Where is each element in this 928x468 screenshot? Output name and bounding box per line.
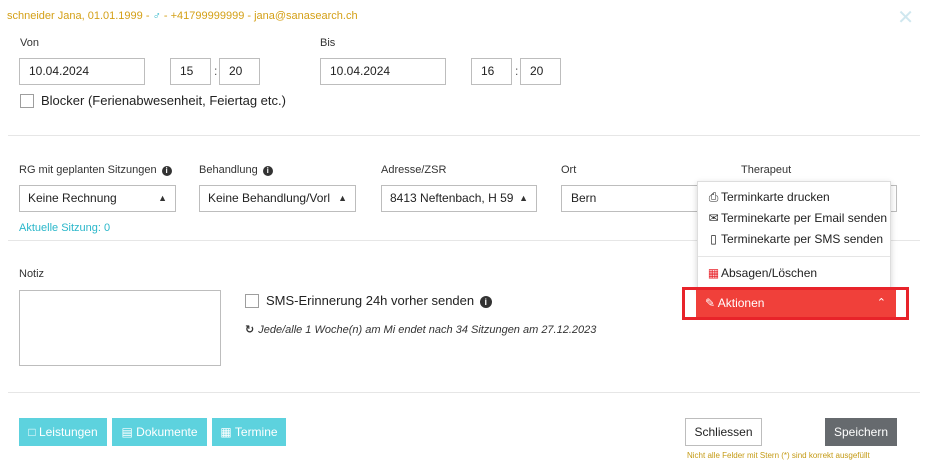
- notiz-label: Notiz: [19, 268, 45, 280]
- header-separator: -: [160, 10, 171, 22]
- dokumente-button[interactable]: ▤ Dokumente: [112, 418, 207, 446]
- termine-label: Termine: [234, 425, 278, 439]
- patient-email: jana@sanasearch.ch: [254, 10, 358, 22]
- dokumente-label: Dokumente: [136, 425, 198, 439]
- adresse-select-value: 8413 Neftenbach, H 59: [390, 191, 514, 205]
- menu-item-label: Absagen/Löschen: [721, 266, 818, 280]
- close-icon[interactable]: ✕: [897, 8, 914, 28]
- divider: [8, 392, 920, 393]
- behandlung-select-value: Keine Behandlung/Vorl: [208, 191, 331, 205]
- menu-item-sms[interactable]: ▯ Terminekarte per SMS senden: [707, 232, 883, 246]
- termine-button[interactable]: ▦ Termine: [212, 418, 286, 446]
- bis-minute-input[interactable]: 20: [520, 58, 561, 85]
- aktuelle-sitzung-link[interactable]: Aktuelle Sitzung: 0: [19, 222, 110, 234]
- rg-select[interactable]: Keine Rechnung ▲: [19, 185, 176, 212]
- adresse-select[interactable]: 8413 Neftenbach, H 59 ▲: [381, 185, 537, 212]
- info-icon: i: [262, 166, 273, 176]
- info-icon: i: [161, 166, 172, 176]
- document-icon: ▤: [121, 425, 133, 439]
- von-hour-input[interactable]: 15: [170, 58, 211, 85]
- validation-warning: Nicht alle Felder mit Stern (*) sind kor…: [687, 451, 870, 460]
- menu-item-email[interactable]: ✉ Terminekarte per Email senden: [707, 211, 887, 225]
- blocker-checkbox[interactable]: [20, 94, 34, 108]
- menu-item-label: Terminekarte per Email senden: [721, 211, 888, 225]
- notiz-textarea[interactable]: [19, 290, 221, 366]
- bis-date-input[interactable]: 10.04.2024: [320, 58, 446, 85]
- calendar-icon: ▦: [220, 425, 232, 439]
- refresh-icon: ↻: [245, 324, 255, 336]
- file-icon: □: [28, 425, 36, 439]
- aktionen-button[interactable]: ✎ Aktionen ⌃: [696, 290, 896, 317]
- mobile-icon: ▯: [710, 232, 717, 246]
- chevron-up-icon: ⌃: [876, 297, 886, 309]
- sort-caret-icon: ▲: [158, 193, 167, 203]
- sort-caret-icon: ▲: [338, 193, 347, 203]
- male-gender-icon: ♂: [152, 10, 161, 22]
- blocker-label: Blocker (Ferienabwesenheit, Feiertag etc…: [41, 93, 286, 108]
- sort-caret-icon: ▲: [519, 193, 528, 203]
- sms-label-text: SMS-Erinnerung 24h vorher senden: [266, 293, 475, 308]
- patient-name: schneider Jana, 01.01.1999: [7, 10, 143, 22]
- ort-input[interactable]: Bern: [561, 185, 711, 212]
- menu-item-print[interactable]: ⎙ Terminkarte drucken: [707, 190, 830, 205]
- menu-item-label: Terminekarte per SMS senden: [721, 232, 884, 246]
- sms-checkbox[interactable]: [245, 294, 259, 308]
- ort-label: Ort: [561, 164, 577, 176]
- menu-divider: [698, 256, 890, 257]
- von-minute-input[interactable]: 20: [219, 58, 260, 85]
- bis-label: Bis: [320, 37, 336, 49]
- divider: [8, 135, 920, 136]
- info-icon: i: [479, 296, 492, 308]
- adresse-label: Adresse/ZSR: [381, 164, 447, 176]
- speichern-button[interactable]: Speichern: [825, 418, 897, 446]
- header-separator: -: [142, 10, 153, 22]
- leistungen-button[interactable]: □ Leistungen: [19, 418, 107, 446]
- header-separator: -: [244, 10, 255, 22]
- therapeut-label: Therapeut: [741, 164, 792, 176]
- rg-label-text: RG mit geplanten Sitzungen: [19, 164, 157, 176]
- menu-item-label: Terminkarte drucken: [721, 190, 830, 204]
- von-label: Von: [20, 37, 39, 49]
- recurrence-text: Jede/alle 1 Woche(n) am Mi endet nach 34…: [258, 324, 597, 336]
- time-colon: :: [214, 64, 218, 78]
- rg-select-value: Keine Rechnung: [28, 191, 117, 205]
- patient-phone: +41799999999: [170, 10, 245, 22]
- recurrence-info: ↻ Jede/alle 1 Woche(n) am Mi endet nach 3…: [245, 323, 596, 336]
- schliessen-button[interactable]: Schliessen: [685, 418, 762, 446]
- sms-label: SMS-Erinnerung 24h vorher senden i: [266, 293, 492, 308]
- actions-dropdown-menu: ⎙ Terminkarte drucken ✉ Terminekarte per E…: [697, 181, 891, 289]
- behandlung-label: Behandlung i: [199, 164, 273, 176]
- patient-header: schneider Jana, 01.01.1999 - ♂ - +417999…: [7, 10, 358, 22]
- envelope-icon: ✉: [708, 211, 719, 225]
- von-date-input[interactable]: 10.04.2024: [19, 58, 145, 85]
- rg-label: RG mit geplanten Sitzungen i: [19, 164, 172, 176]
- menu-item-cancel-delete[interactable]: ▦ Absagen/Löschen: [707, 266, 817, 280]
- behandlung-select[interactable]: Keine Behandlung/Vorl ▲: [199, 185, 356, 212]
- aktionen-label: Aktionen: [717, 296, 765, 310]
- time-colon: :: [515, 64, 519, 78]
- calendar-x-icon: ▦: [707, 266, 720, 280]
- edit-icon: ✎: [705, 296, 716, 310]
- leistungen-label: Leistungen: [38, 425, 98, 439]
- behandlung-label-text: Behandlung: [199, 164, 258, 176]
- print-icon: ⎙: [708, 190, 719, 204]
- bis-hour-input[interactable]: 16: [471, 58, 512, 85]
